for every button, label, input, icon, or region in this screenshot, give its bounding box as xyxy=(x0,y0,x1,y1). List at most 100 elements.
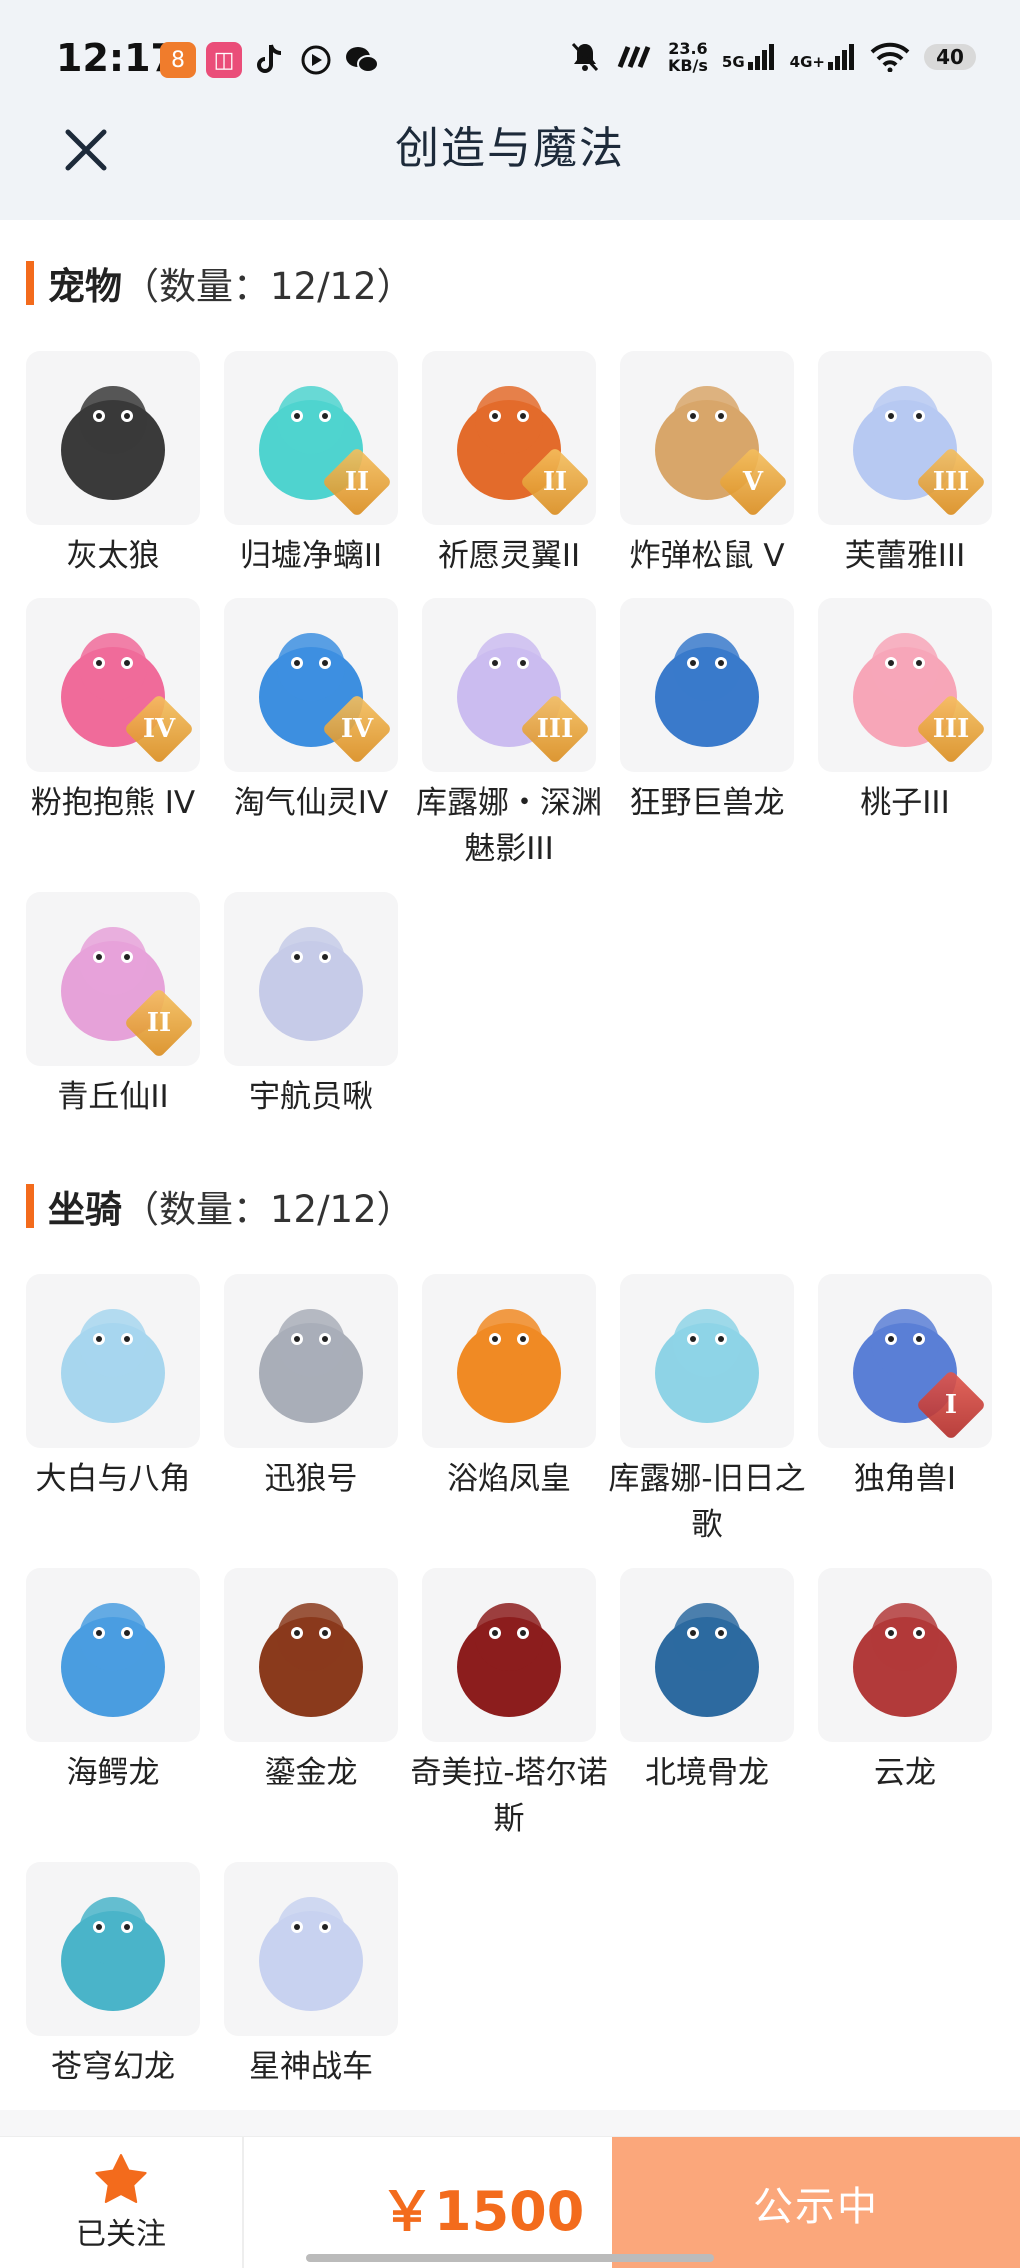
item-name: 库露娜・深渊魅影III xyxy=(416,785,602,867)
collection-item[interactable]: III 桃子III xyxy=(818,598,992,826)
signal-bars-icon xyxy=(828,44,854,70)
beast-dragon-icon xyxy=(655,633,759,747)
tier-label: II xyxy=(542,467,568,497)
item-thumbnail: V xyxy=(620,351,794,525)
item-thumbnail: III xyxy=(818,598,992,772)
collection-item[interactable]: III 芙蕾雅III xyxy=(818,351,992,579)
tiktok-icon xyxy=(252,42,288,78)
tier-label: III xyxy=(932,467,970,497)
bilibili-icon: ◫ xyxy=(206,42,242,78)
item-thumbnail xyxy=(26,1274,200,1448)
tier-label: III xyxy=(932,714,970,744)
collection-item[interactable]: 浴焰凤皇 xyxy=(422,1274,596,1502)
item-name: 宇航员啾 xyxy=(249,1079,373,1115)
item-name: 桃子III xyxy=(860,785,950,821)
collection-item[interactable]: I 独角兽I xyxy=(818,1274,992,1502)
home-indicator[interactable] xyxy=(306,2254,714,2262)
follow-label: 已关注 xyxy=(76,2216,166,2252)
item-thumbnail: III xyxy=(818,351,992,525)
whale-icon xyxy=(61,1309,165,1423)
item-thumbnail xyxy=(26,1568,200,1742)
item-thumbnail xyxy=(620,598,794,772)
collection-item[interactable]: 鎏金龙 xyxy=(224,1568,398,1796)
astronaut-icon xyxy=(259,927,363,1041)
item-name: 祈愿灵翼II xyxy=(437,538,581,574)
bone-dragon-icon xyxy=(655,1603,759,1717)
tier-label: I xyxy=(944,1390,958,1420)
item-thumbnail xyxy=(224,1274,398,1448)
collection-item[interactable]: 海鳄龙 xyxy=(26,1568,200,1796)
mute-icon xyxy=(571,42,599,72)
phoenix-icon xyxy=(457,1309,561,1423)
wolf-icon xyxy=(61,386,165,500)
section-accent-bar xyxy=(26,261,34,305)
tier-label: III xyxy=(536,714,574,744)
collection-item[interactable]: 北境骨龙 xyxy=(620,1568,794,1796)
collection-item[interactable]: II 归墟净螭II xyxy=(224,351,398,579)
collection-item[interactable]: II 青丘仙II xyxy=(26,892,200,1120)
item-name: 芙蕾雅III xyxy=(844,538,966,574)
bottom-divider xyxy=(0,2110,1020,2136)
item-thumbnail xyxy=(620,1568,794,1742)
item-thumbnail xyxy=(818,1568,992,1742)
item-name: 迅狼号 xyxy=(264,1461,358,1497)
collection-item[interactable]: 库露娜-旧日之歌 xyxy=(608,1274,806,1548)
battery-icon: 40 xyxy=(924,44,976,70)
item-thumbnail: IV xyxy=(26,598,200,772)
tier-label: V xyxy=(742,467,764,497)
section-name: 坐骑 xyxy=(48,1188,122,1231)
item-name: 狂野巨兽龙 xyxy=(629,785,785,821)
item-thumbnail xyxy=(422,1568,596,1742)
item-thumbnail: II xyxy=(422,351,596,525)
collection-item[interactable]: III 库露娜・深渊魅影III xyxy=(416,598,602,872)
item-name: 青丘仙II xyxy=(57,1079,169,1115)
collection-item[interactable]: II 祈愿灵翼II xyxy=(422,351,596,579)
play-icon xyxy=(298,42,334,78)
wechat-icon xyxy=(344,42,380,78)
publicity-status-button[interactable]: 公示中 xyxy=(612,2137,1020,2268)
status-indicators: 23.6 KB/s 5G 4G+ 40 xyxy=(570,40,976,74)
pets-section-title: 宠物 （数量：12/12） xyxy=(26,260,414,308)
item-name: 库露娜-旧日之歌 xyxy=(608,1461,806,1543)
tier-label: IV xyxy=(340,714,374,744)
collection-item[interactable]: V 炸弹松鼠 V xyxy=(620,351,794,579)
item-name: 苍穹幻龙 xyxy=(51,2049,175,2085)
item-name: 粉抱抱熊 IV xyxy=(30,785,196,821)
item-name: 大白与八角 xyxy=(35,1461,191,1497)
item-name: 鎏金龙 xyxy=(264,1755,358,1791)
item-name: 归墟净螭II xyxy=(239,538,383,574)
collection-item[interactable]: 苍穹幻龙 xyxy=(26,1862,200,2090)
item-name: 灰太狼 xyxy=(66,538,160,574)
item-thumbnail: I xyxy=(818,1274,992,1448)
item-name: 云龙 xyxy=(874,1755,936,1791)
status-time: 12:17 xyxy=(56,36,177,80)
follow-button[interactable]: 已关注 xyxy=(0,2137,244,2268)
collection-item[interactable]: 迅狼号 xyxy=(224,1274,398,1502)
collection-item[interactable]: 大白与八角 xyxy=(26,1274,200,1502)
collection-item[interactable]: 宇航员啾 xyxy=(224,892,398,1120)
collection-item[interactable]: 云龙 xyxy=(818,1568,992,1796)
wifi-icon xyxy=(870,42,910,72)
item-name: 海鳄龙 xyxy=(66,1755,160,1791)
section-count: （数量：12/12） xyxy=(122,265,414,308)
collection-item[interactable]: 狂野巨兽龙 xyxy=(620,598,794,826)
collection-item[interactable]: IV 粉抱抱熊 IV xyxy=(26,598,200,826)
item-thumbnail: II xyxy=(26,892,200,1066)
item-name: 淘气仙灵IV xyxy=(233,785,389,821)
item-thumbnail: III xyxy=(422,598,596,772)
section-name: 宠物 xyxy=(48,265,122,308)
page-title: 创造与魔法 xyxy=(395,123,625,174)
collection-item[interactable]: 奇美拉-塔尔诺斯 xyxy=(410,1568,608,1842)
collection-item[interactable]: 星神战车 xyxy=(224,1862,398,2090)
signal-4g: 4G+ xyxy=(790,44,856,70)
tier-label: IV xyxy=(142,714,176,744)
item-thumbnail xyxy=(620,1274,794,1448)
price-label: ￥1500 xyxy=(380,2180,585,2243)
status-bar: 12:17 8 ◫ 23.6 KB/s 5G 4G+ 40 xyxy=(0,0,1020,120)
gold-dragon-icon xyxy=(259,1603,363,1717)
collection-item[interactable]: 灰太狼 xyxy=(26,351,200,579)
collection-item[interactable]: IV 淘气仙灵IV xyxy=(224,598,398,826)
item-name: 北境骨龙 xyxy=(645,1755,769,1791)
star-icon xyxy=(95,2153,147,2203)
sea-dragon-icon xyxy=(61,1603,165,1717)
